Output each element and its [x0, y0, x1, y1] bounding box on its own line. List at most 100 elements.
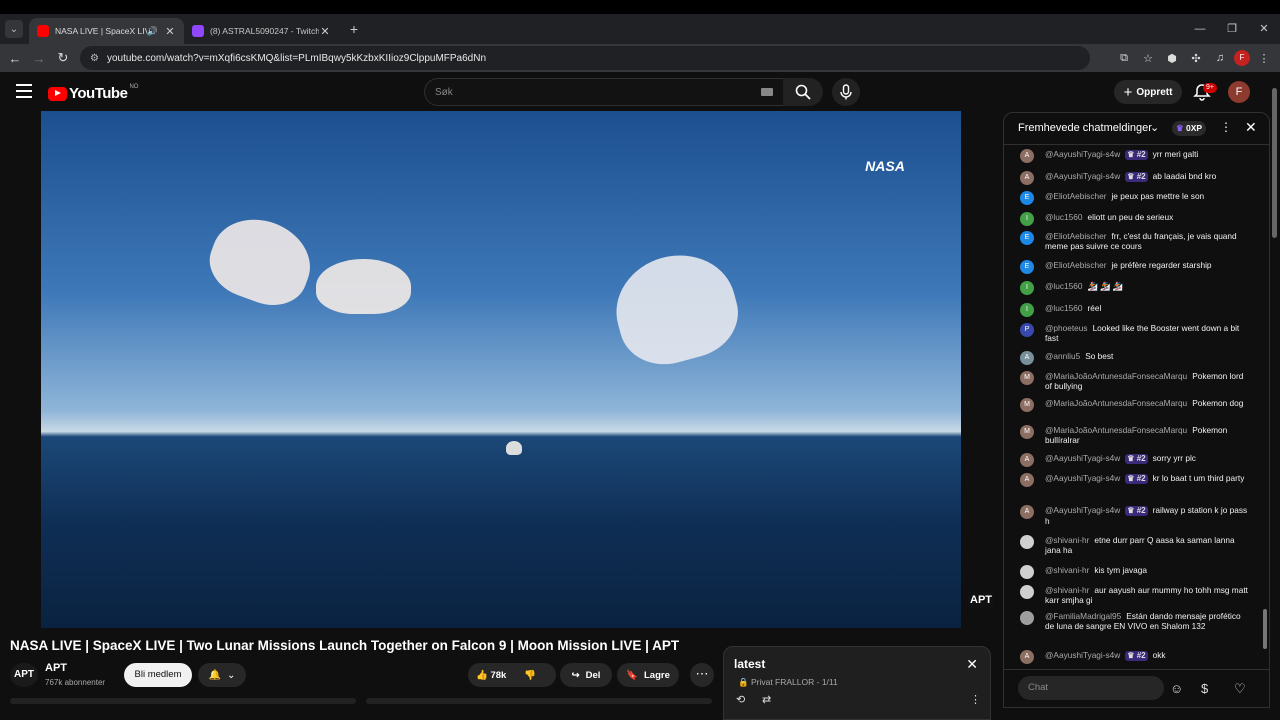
chat-author-name[interactable]: @EliotAebischer [1045, 191, 1106, 201]
omnibox[interactable]: ⚙ youtube.com/watch?v=mXqfi6csKMQ&list=P… [80, 46, 1090, 70]
chat-author-name[interactable]: @MariaJoãoAntunesdaFonsecaMarqu [1045, 398, 1187, 408]
puzzle-icon[interactable]: ✣ [1186, 52, 1206, 65]
keyboard-icon[interactable] [761, 88, 773, 96]
search-input[interactable]: Søk [424, 78, 784, 106]
save-button[interactable]: 🔖 Lagre [617, 663, 679, 687]
chat-author-name[interactable]: @MariaJoãoAntunesdaFonsecaMarqu [1045, 371, 1187, 381]
back-icon[interactable]: ← [3, 51, 27, 66]
chat-author-avatar[interactable] [1020, 535, 1034, 549]
maximize-button[interactable]: ❐ [1216, 14, 1248, 44]
chat-author-avatar[interactable]: M [1020, 425, 1034, 439]
media-control-icon[interactable]: ♫ [1210, 52, 1230, 64]
join-member-button[interactable]: Bli medlem [124, 663, 192, 687]
extension-icon[interactable]: ⬢ [1162, 52, 1182, 65]
chat-author-name[interactable]: @luc1560 [1045, 303, 1083, 313]
chat-author-avatar[interactable]: A [1020, 473, 1034, 487]
chat-author-name[interactable]: @FamiliaMadrigal95 [1045, 611, 1121, 621]
chat-scrollbar[interactable] [1262, 149, 1268, 661]
chat-author-avatar[interactable]: E [1020, 231, 1034, 245]
close-window-button[interactable]: ✕ [1248, 14, 1280, 44]
chat-author-avatar[interactable]: A [1020, 149, 1034, 163]
speaker-icon[interactable]: 🔊 [147, 26, 158, 37]
chat-author-name[interactable]: @AayushiTyagi-s4w [1045, 171, 1120, 181]
chat-author-avatar[interactable] [1020, 585, 1034, 599]
chat-author-name[interactable]: @luc1560 [1045, 212, 1083, 222]
chat-author-name[interactable]: @MariaJoãoAntunesdaFonsecaMarqu [1045, 425, 1187, 435]
chat-input[interactable]: Chat [1018, 676, 1164, 700]
tab-search-button[interactable]: ⌄ [5, 20, 23, 38]
heart-icon[interactable]: ♡ [1234, 681, 1246, 697]
super-chat-icon[interactable]: $ [1201, 681, 1208, 696]
new-tab-button[interactable]: + [345, 21, 363, 37]
chat-author-name[interactable]: @luc1560 [1045, 281, 1083, 291]
chat-author-name[interactable]: @shivani-hr [1045, 585, 1089, 595]
hamburger-menu-icon[interactable] [16, 84, 32, 98]
chat-author-avatar[interactable]: P [1020, 323, 1034, 337]
xp-badge[interactable]: ♛ 0XP [1172, 121, 1207, 136]
chat-author-name[interactable]: @AayushiTyagi-s4w [1045, 650, 1120, 660]
chat-author-name[interactable]: @EliotAebischer [1045, 260, 1106, 270]
thumbs-down-icon[interactable]: 👎 [524, 670, 536, 681]
youtube-logo[interactable]: YouTube NO [48, 84, 138, 102]
chat-author-name[interactable]: @AayushiTyagi-s4w [1045, 453, 1120, 463]
loop-icon[interactable]: ⟲ [736, 693, 745, 706]
chat-mode-selector[interactable]: Fremhevede chatmeldinger [1018, 122, 1152, 134]
more-actions-button[interactable]: ⋯ [690, 663, 714, 687]
close-tab-icon[interactable]: ✕ [319, 25, 331, 38]
chat-author-avatar[interactable]: E [1020, 260, 1034, 274]
chat-author-avatar[interactable]: A [1020, 351, 1034, 365]
chat-author-name[interactable]: @shivani-hr [1045, 535, 1089, 545]
chat-author-avatar[interactable]: M [1020, 398, 1034, 412]
create-button[interactable]: + Opprett [1114, 80, 1182, 104]
close-chat-icon[interactable]: ✕ [1245, 119, 1257, 136]
chat-author-avatar[interactable]: I [1020, 303, 1034, 317]
playlist-title[interactable]: latest [734, 657, 765, 671]
playlist-menu-icon[interactable]: ⋮ [970, 693, 981, 706]
close-tab-icon[interactable]: ✕ [164, 25, 176, 38]
tab-twitch[interactable]: (8) ASTRAL5090247 - Twitch ✕ [184, 18, 339, 44]
chat-author-avatar[interactable]: A [1020, 505, 1034, 519]
chat-author-avatar[interactable]: A [1020, 171, 1034, 185]
chat-author-name[interactable]: @shivani-hr [1045, 565, 1089, 575]
chat-author-avatar[interactable]: E [1020, 191, 1034, 205]
chat-author-avatar[interactable]: M [1020, 371, 1034, 385]
video-player[interactable]: NASA [41, 111, 961, 628]
bookmark-star-icon[interactable]: ☆ [1138, 52, 1158, 65]
search-button[interactable] [783, 78, 823, 106]
site-info-icon[interactable]: ⚙ [90, 53, 99, 64]
chat-author-avatar[interactable] [1020, 611, 1034, 625]
reload-icon[interactable]: ↻ [51, 50, 75, 66]
channel-avatar[interactable]: APT [10, 663, 38, 687]
voice-search-button[interactable] [832, 78, 860, 106]
chat-author-name[interactable]: @annliu5 [1045, 351, 1080, 361]
shuffle-icon[interactable]: ⇄ [762, 693, 771, 706]
forward-icon[interactable]: → [27, 51, 51, 66]
chat-author-name[interactable]: @AayushiTyagi-s4w [1045, 473, 1120, 483]
chat-author-name[interactable]: @EliotAebischer [1045, 231, 1106, 241]
chat-author-avatar[interactable] [1020, 565, 1034, 579]
chat-author-name[interactable]: @AayushiTyagi-s4w [1045, 149, 1120, 159]
chat-author-avatar[interactable]: A [1020, 650, 1034, 664]
page-scrollbar[interactable] [1272, 88, 1277, 238]
chevron-down-icon[interactable]: ⌄ [1150, 121, 1159, 134]
account-avatar[interactable]: F [1228, 81, 1250, 103]
channel-name[interactable]: APT [45, 662, 67, 674]
emoji-icon[interactable]: ☺ [1170, 681, 1183, 696]
chat-author-avatar[interactable]: I [1020, 281, 1034, 295]
url-text[interactable]: youtube.com/watch?v=mXqfi6csKMQ&list=PLm… [107, 53, 486, 64]
profile-icon[interactable]: F [1234, 50, 1250, 66]
chat-author-avatar[interactable]: A [1020, 453, 1034, 467]
tab-youtube[interactable]: NASA LIVE | SpaceX LIVE | T 🔊 ✕ [29, 18, 184, 44]
chat-scroll-thumb[interactable] [1263, 609, 1267, 649]
install-app-icon[interactable]: ⧉ [1114, 52, 1134, 65]
notification-settings-button[interactable]: 🔔 ⌄ [198, 663, 246, 687]
chat-author-avatar[interactable]: I [1020, 212, 1034, 226]
chat-author-name[interactable]: @phoeteus [1045, 323, 1088, 333]
minimize-button[interactable]: — [1184, 14, 1216, 44]
like-button[interactable]: 👍 78k [476, 670, 506, 681]
close-playlist-icon[interactable]: ✕ [966, 656, 978, 673]
chat-author-name[interactable]: @AayushiTyagi-s4w [1045, 505, 1120, 515]
kebab-menu-icon[interactable]: ⋮ [1254, 52, 1274, 65]
share-button[interactable]: ↪ Del [560, 663, 612, 687]
chat-menu-icon[interactable]: ⋮ [1220, 120, 1232, 134]
